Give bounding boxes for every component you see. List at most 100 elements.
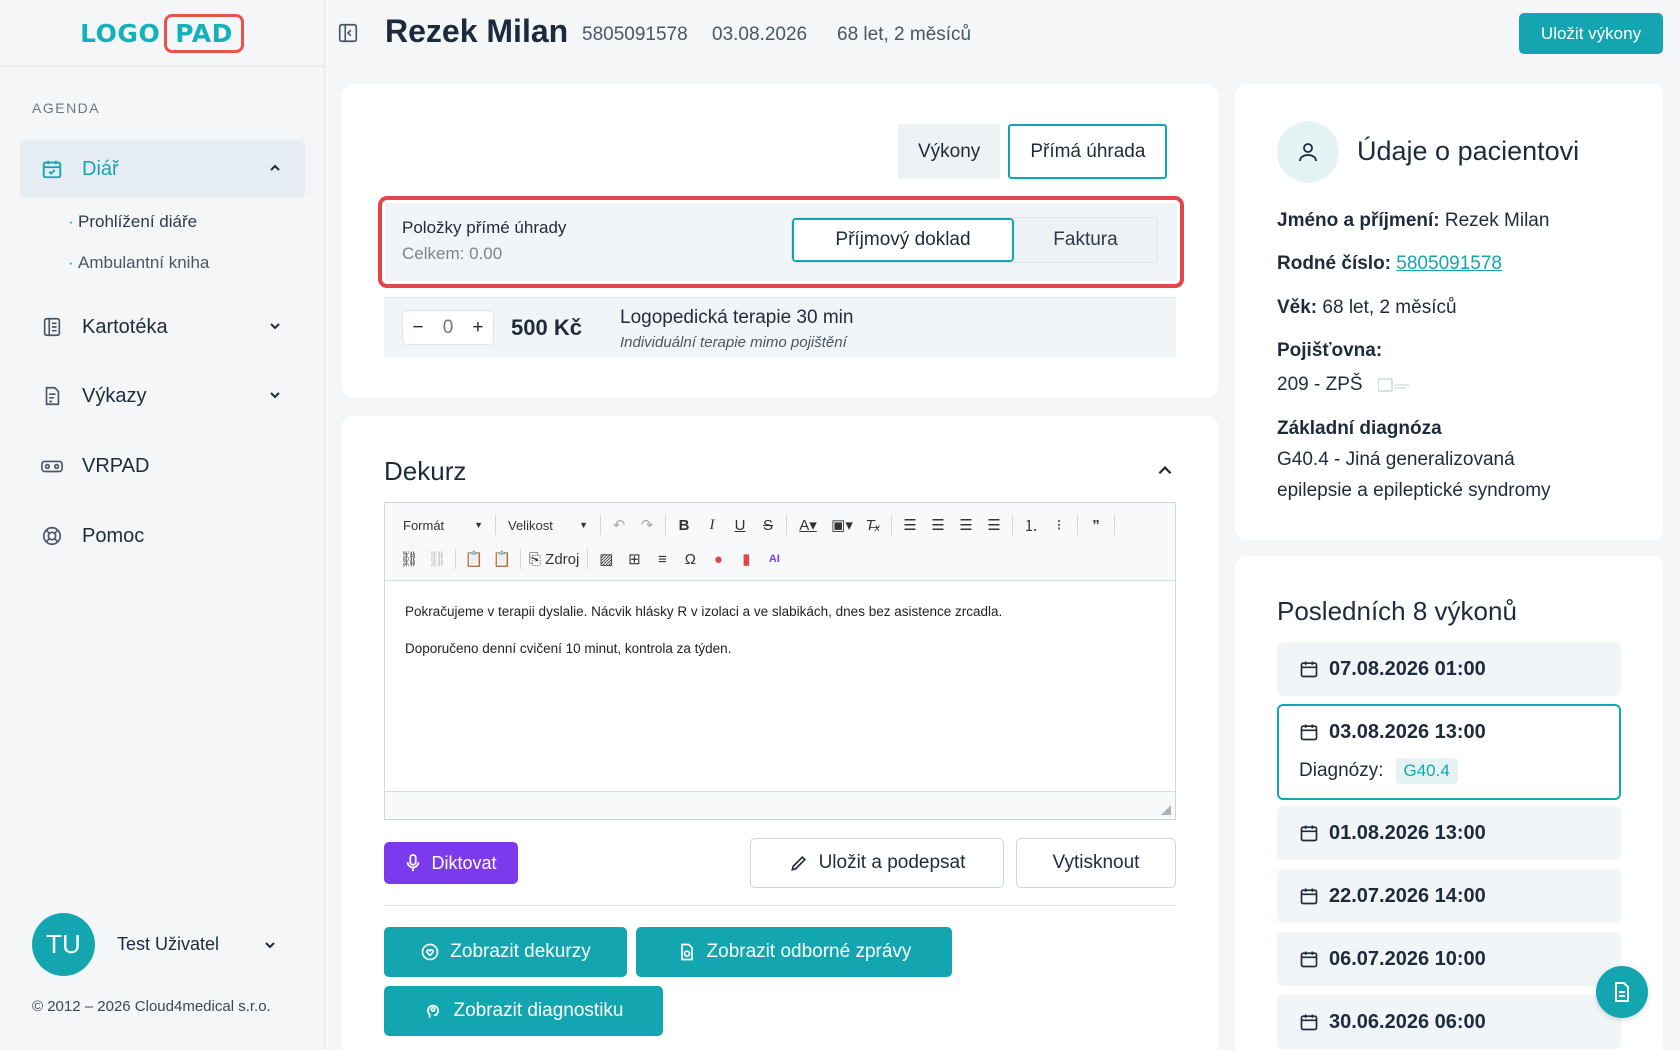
- book-icon: [40, 315, 64, 339]
- sidebar-item-kartoteka[interactable]: Kartotéka: [20, 298, 305, 356]
- payment-total: Celkem: 0.00: [402, 244, 503, 263]
- receipt-button[interactable]: Příjmový doklad: [792, 218, 1014, 262]
- history-date: 01.08.2026 13:00: [1329, 821, 1486, 844]
- history-date: 30.06.2026 06:00: [1329, 1010, 1486, 1033]
- visit-date: 03.08.2026: [712, 24, 808, 45]
- sidebar-item-diar[interactable]: Diář: [20, 140, 305, 198]
- rc-link[interactable]: 5805091578: [1396, 253, 1502, 274]
- horizontal-line-icon[interactable]: ≡: [648, 547, 676, 571]
- unlink-icon[interactable]: ⛓: [423, 547, 451, 571]
- comment-icon[interactable]: ●: [704, 547, 732, 571]
- dekurz-card: Dekurz Formát ▼ Velikost ▼ ↶ ↷ B I U S A▾ …: [342, 416, 1218, 1050]
- bulleted-list-icon[interactable]: ⁝: [1045, 513, 1073, 537]
- copyright: © 2012 – 2026 Cloud4medical s.r.o.: [32, 998, 271, 1015]
- align-left-icon[interactable]: ☰: [896, 513, 924, 537]
- tab-vykony[interactable]: Výkony: [898, 124, 1001, 179]
- decrement-button[interactable]: −: [413, 317, 424, 339]
- history-item[interactable]: 01.08.2026 13:00: [1277, 806, 1621, 860]
- patient-name-row: Jméno a příjmení: Rezek Milan: [1277, 210, 1549, 232]
- history-item[interactable]: 22.07.2026 14:00: [1277, 869, 1621, 923]
- sidebar-item-label: Výkazy: [82, 384, 147, 407]
- item-price: 500 Kč: [511, 315, 582, 340]
- show-diagnostics-button[interactable]: Zobrazit diagnostiku: [384, 986, 663, 1036]
- history-item[interactable]: 06.07.2026 10:00: [1277, 932, 1621, 986]
- print-button[interactable]: Vytisknout: [1016, 838, 1176, 888]
- calendar-icon: [1300, 724, 1318, 741]
- format-select[interactable]: Formát ▼: [395, 513, 491, 537]
- invoice-button[interactable]: Faktura: [1014, 218, 1157, 262]
- align-center-icon[interactable]: ☰: [924, 513, 952, 537]
- divider: [384, 905, 1176, 906]
- logo[interactable]: LOGO PAD: [80, 13, 244, 53]
- paste-icon[interactable]: 📋: [460, 547, 488, 571]
- text-color-icon[interactable]: A▾: [791, 513, 825, 537]
- undo-icon[interactable]: ↶: [605, 513, 633, 537]
- paste-text-icon[interactable]: 📋: [488, 547, 516, 571]
- floating-document-button[interactable]: [1596, 966, 1648, 1018]
- editor-paragraph: Pokračujeme v terapii dyslalie. Nácvik h…: [405, 604, 1003, 619]
- history-item[interactable]: 07.08.2026 01:00: [1277, 642, 1621, 696]
- pdf-icon[interactable]: ▮: [732, 547, 760, 571]
- sidebar-item-label: Diář: [82, 157, 119, 180]
- remove-format-icon[interactable]: T̶ₓ: [859, 513, 887, 537]
- strikethrough-icon[interactable]: S: [754, 513, 782, 537]
- link-icon[interactable]: ⛓: [395, 547, 423, 571]
- sidebar-item-pomoc[interactable]: Pomoc: [20, 507, 305, 565]
- tab-prima-uhrada[interactable]: Přímá úhrada: [1008, 124, 1168, 179]
- sidebar-toggle-icon[interactable]: [337, 22, 359, 44]
- table-icon[interactable]: ⊞: [620, 547, 648, 571]
- underline-icon[interactable]: U: [726, 513, 754, 537]
- heart-circle-icon: [421, 943, 439, 961]
- save-procedures-button[interactable]: Uložit výkony: [1519, 13, 1663, 54]
- dictate-button[interactable]: Diktovat: [384, 842, 518, 884]
- diagnoses-label: Diagnózy:: [1299, 759, 1384, 781]
- insurance-label: Pojišťovna:: [1277, 340, 1382, 362]
- save-sign-button[interactable]: Uložit a podepsat: [750, 838, 1004, 888]
- blockquote-icon[interactable]: ”: [1082, 513, 1110, 537]
- editor-content[interactable]: Pokračujeme v terapii dyslalie. Nácvik h…: [385, 581, 1175, 698]
- image-icon[interactable]: ▨: [592, 547, 620, 571]
- chevron-up-icon[interactable]: [267, 160, 283, 176]
- ins-label: Pojišťovna:: [1277, 340, 1383, 361]
- show-reports-button[interactable]: Zobrazit odborné zprávy: [636, 927, 952, 977]
- show-dekurzy-label: Zobrazit dekurzy: [450, 941, 591, 962]
- ins-value: 209 - ZPŠ: [1277, 374, 1363, 395]
- base-diagnosis-line1: G40.4 - Jiná generalizovaná: [1277, 449, 1515, 470]
- page-title: Rezek Milan: [385, 13, 569, 49]
- ai-icon[interactable]: AI: [760, 547, 788, 571]
- align-right-icon[interactable]: ☰: [952, 513, 980, 537]
- bold-icon[interactable]: B: [670, 513, 698, 537]
- history-item-selected[interactable]: 03.08.2026 13:00 Diagnózy: G40.4: [1277, 704, 1621, 800]
- redo-icon[interactable]: ↷: [633, 513, 661, 537]
- show-dekurzy-button[interactable]: Zobrazit dekurzy: [384, 927, 627, 977]
- logo-area: LOGO PAD: [0, 0, 324, 67]
- background-color-icon[interactable]: ▣▾: [825, 513, 859, 537]
- sidebar-subitem-ambulantni-kniha[interactable]: Ambulantní kniha: [68, 253, 209, 273]
- size-select[interactable]: Velikost ▼: [500, 513, 596, 537]
- editor-statusbar: [385, 791, 1175, 819]
- sidebar-item-vrpad[interactable]: VRPAD: [20, 437, 305, 495]
- resize-handle-icon[interactable]: [1161, 805, 1171, 815]
- sidebar-item-label: Pomoc: [82, 524, 145, 547]
- quantity-stepper: − 0 +: [402, 310, 494, 345]
- italic-icon[interactable]: I: [698, 513, 726, 537]
- document-type-toggle: Příjmový doklad Faktura: [791, 217, 1158, 263]
- quantity-value[interactable]: 0: [443, 317, 454, 339]
- numbered-list-icon[interactable]: ⒈: [1017, 513, 1045, 537]
- chevron-down-icon[interactable]: [262, 937, 278, 953]
- show-diagnostics-label: Zobrazit diagnostiku: [453, 1000, 624, 1021]
- chevron-up-icon[interactable]: [1156, 462, 1174, 480]
- source-label: Zdroj: [545, 550, 580, 568]
- history-item[interactable]: 30.06.2026 06:00: [1277, 995, 1621, 1049]
- chevron-down-icon[interactable]: [267, 318, 283, 334]
- user-menu[interactable]: TU Test Uživatel: [32, 913, 275, 976]
- size-select-label: Velikost: [508, 517, 553, 533]
- source-button[interactable]: ⎘ Zdroj: [525, 547, 583, 571]
- chevron-down-icon[interactable]: [267, 387, 283, 403]
- increment-button[interactable]: +: [472, 317, 483, 339]
- align-justify-icon[interactable]: ☰: [980, 513, 1008, 537]
- special-char-icon[interactable]: Ω: [676, 547, 704, 571]
- sidebar-item-vykazy[interactable]: Výkazy: [20, 367, 305, 425]
- dekurz-title: Dekurz: [384, 456, 467, 486]
- sidebar-subitem-prohlizeni[interactable]: Prohlížení diáře: [68, 212, 197, 232]
